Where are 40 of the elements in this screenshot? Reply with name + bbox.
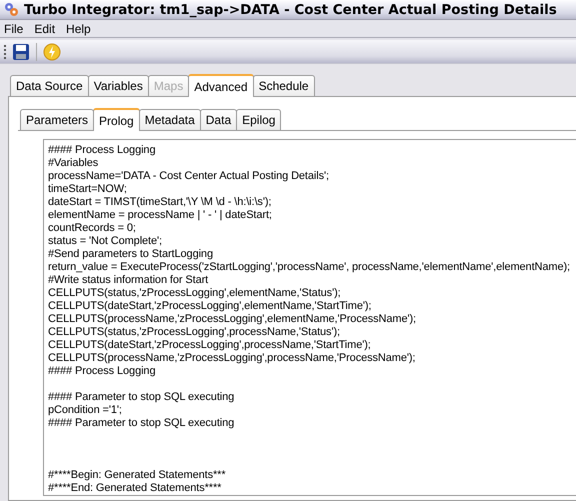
code-line: #### Parameter to stop SQL executing — [48, 391, 236, 404]
code-line: #### Process Logging — [48, 365, 156, 378]
menu-item[interactable]: Edit — [34, 22, 56, 36]
code-line: #### Parameter to stop SQL executing — [48, 417, 236, 430]
code-line: CELLPUTS(processName,'zProcessLogging',elementName,'ProcessName'); — [48, 313, 418, 326]
menu-item[interactable]: Help — [66, 22, 91, 36]
code-line: #****End: Generated Statements**** — [48, 482, 222, 496]
code-line: CELLPUTS(processName,'zProcessLogging',processName,'ProcessName'); — [48, 352, 416, 366]
code-line: CELLPUTS(dateStart,'zProcessLogging',elementName,'StartTime'); — [48, 300, 372, 314]
tab[interactable]: Parameters — [20, 109, 94, 130]
code-line: #### Process Logging — [48, 144, 156, 158]
code-line: countRecords = 0; — [48, 222, 137, 236]
tab[interactable]: Schedule — [252, 75, 315, 96]
code-editor[interactable] — [43, 139, 576, 496]
code-line: #Write status information for Start — [48, 274, 210, 288]
window-title: Turbo Integrator: tm1_sap->DATA - Cost Center Actual Posting Details — [24, 2, 557, 18]
tab[interactable]: Data Source — [10, 75, 89, 96]
code-line: timeStart=NOW; — [48, 183, 128, 196]
tab[interactable]: Metadata — [138, 109, 201, 130]
tab[interactable]: Advanced — [188, 74, 254, 98]
code-line: CELLPUTS(dateStart,'zProcessLogging',processName,'StartTime'); — [48, 339, 372, 352]
code-line: pCondition ='1'; — [48, 404, 123, 418]
code-line: return_value = ExecuteProcess('zStartLogging','processName', processName,'elementName',elementName); — [48, 261, 571, 274]
tab[interactable]: Epilog — [236, 109, 282, 130]
code-line: dateStart = TIMST(timeStart,'\Y \M \d - \h:\i:\s'); — [48, 196, 272, 210]
code-line: elementName = processName | ' - ' | dateStart; — [48, 209, 273, 222]
code-line: #Variables — [48, 157, 100, 170]
app-icon — [4, 2, 20, 18]
menu-item[interactable]: File — [4, 22, 24, 36]
code-line: CELLPUTS(status,'zProcessLogging',elementName,'Status'); — [48, 287, 342, 300]
tab[interactable]: Prolog — [93, 108, 140, 132]
save-icon[interactable] — [12, 42, 30, 61]
code-line: #Send parameters to StartLogging — [48, 248, 214, 262]
code-line: processName='DATA - Cost Center Actual Posting Details'; — [48, 170, 330, 184]
code-line: status = 'Not Complete'; — [48, 235, 163, 248]
code-line: #****Begin: Generated Statements*** — [48, 469, 227, 482]
tab[interactable]: Variables — [88, 75, 149, 96]
code-line: CELLPUTS(status,'zProcessLogging',processName,'Status'); — [48, 326, 341, 340]
lightning-icon[interactable] — [43, 42, 61, 61]
tab[interactable]: Data — [200, 109, 238, 130]
